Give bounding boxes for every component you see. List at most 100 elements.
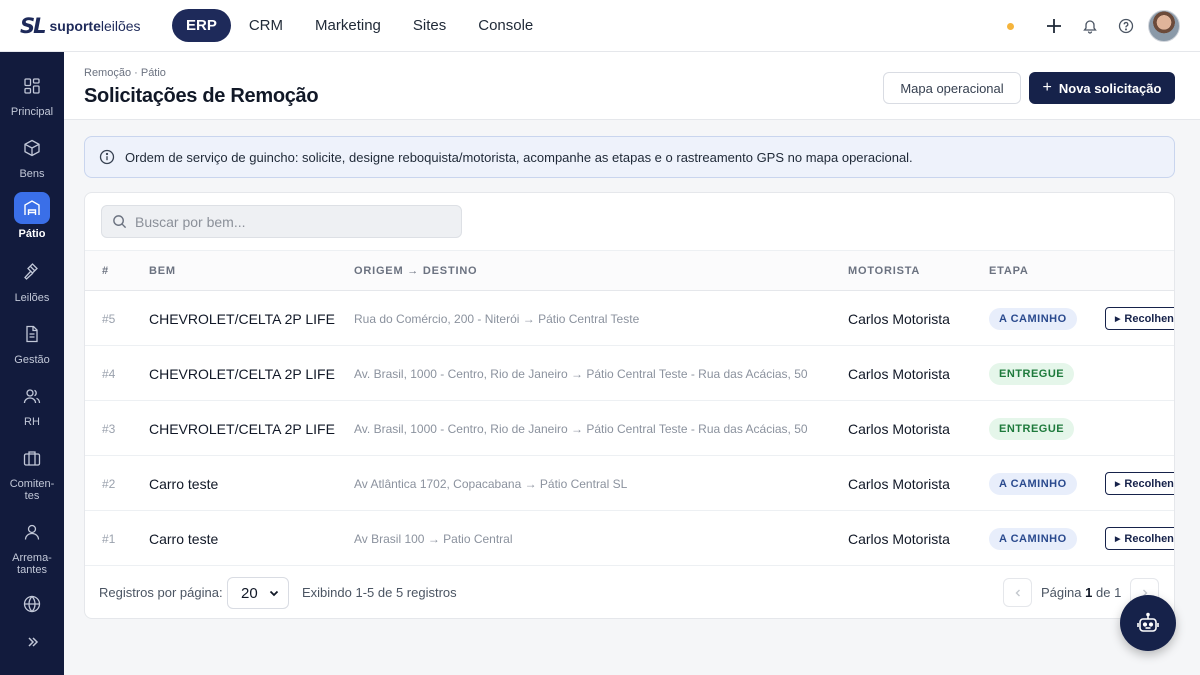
table-row[interactable]: #1 Carro teste Av Brasil 100 → Patio Cen… [85, 511, 1174, 566]
row-id: #3 [102, 421, 116, 436]
nova-solicitacao-button[interactable]: + Nova solicitação [1029, 72, 1175, 104]
topnav-marketing[interactable]: Marketing [301, 9, 395, 42]
page-title: Solicitações de Remoção [84, 85, 319, 107]
row-id: #5 [102, 311, 116, 326]
topnav-erp[interactable]: ERP [172, 9, 231, 42]
topnav-crm[interactable]: CRM [235, 9, 297, 42]
table-row[interactable]: #2 Carro teste Av Atlântica 1702, Copaca… [85, 456, 1174, 511]
logo-mark: SL [20, 13, 46, 38]
brand-logo[interactable]: SL suporteleilões [20, 14, 170, 38]
robot-icon [1137, 612, 1159, 632]
prev-page-button[interactable] [1003, 578, 1032, 607]
sidebar-item-gestao[interactable]: Gestão [0, 318, 64, 366]
chevron-left-icon [1015, 589, 1020, 596]
document-icon [14, 318, 50, 350]
chevron-down-icon [269, 590, 279, 597]
row-route: Av. Brasil, 1000 - Centro, Rio de Janeir… [354, 366, 808, 381]
recolhendo-button[interactable]: ▶Recolhendo [1105, 307, 1174, 330]
top-bar: SL suporteleilões ERP CRM Marketing Site… [0, 0, 1200, 52]
col-motorista: MOTORISTA [848, 265, 921, 277]
sidebar-item-leiloes[interactable]: Leilões [0, 256, 64, 304]
top-nav: ERP CRM Marketing Sites Console [172, 9, 547, 42]
recolhendo-button[interactable]: ▶Recolhendo [1105, 527, 1174, 550]
row-motorista: Carlos Motorista [848, 420, 950, 437]
sidebar-item-patio[interactable]: Pátio [0, 192, 64, 240]
topnav-console[interactable]: Console [464, 9, 547, 42]
row-route: Av. Brasil, 1000 - Centro, Rio de Janeir… [354, 421, 808, 436]
table-footer: Registros por página: 20 Exibindo 1-5 de… [85, 566, 1174, 618]
col-bem: BEM [149, 265, 176, 277]
play-icon: ▶ [1115, 315, 1121, 323]
search-input[interactable] [135, 213, 435, 230]
col-etapa: ETAPA [989, 265, 1029, 277]
row-motorista: Carlos Motorista [848, 310, 950, 327]
sidebar-item-sites[interactable] [0, 588, 64, 624]
row-motorista: Carlos Motorista [848, 365, 950, 382]
building-icon [14, 192, 50, 224]
sidebar-item-comitentes[interactable]: Comiten-tes [0, 442, 64, 502]
page-header: Remoção · Pátio Solicitações de Remoção … [64, 52, 1200, 120]
row-bem: Carro teste [149, 475, 219, 492]
col-id: # [102, 265, 109, 277]
row-route: Av Brasil 100 → Patio Central [354, 531, 513, 546]
table-row[interactable]: #3 CHEVROLET/CELTA 2P LIFE Av. Brasil, 1… [85, 401, 1174, 456]
help-icon[interactable] [1108, 10, 1144, 42]
row-bem: CHEVROLET/CELTA 2P LIFE [149, 310, 335, 327]
per-page-label: Registros por página: [99, 585, 223, 600]
sidebar-item-arrematantes[interactable]: Arrema-tantes [0, 516, 64, 576]
logo-text: suporteleilões [49, 17, 141, 34]
gavel-icon [14, 256, 50, 288]
topnav-sites[interactable]: Sites [399, 9, 460, 42]
briefcase-icon [14, 442, 50, 474]
sidebar-item-bens[interactable]: Bens [0, 132, 64, 180]
mapa-operacional-button[interactable]: Mapa operacional [883, 72, 1021, 104]
row-id: #4 [102, 366, 116, 381]
globe-icon [14, 588, 50, 620]
search-box [101, 205, 462, 238]
users-icon [14, 380, 50, 412]
top-right-actions [1007, 10, 1180, 42]
row-id: #1 [102, 531, 116, 546]
row-motorista: Carlos Motorista [848, 530, 950, 547]
row-bem: CHEVROLET/CELTA 2P LIFE [149, 420, 335, 437]
user-avatar[interactable] [1148, 10, 1180, 42]
play-icon: ▶ [1115, 535, 1121, 543]
status-badge: A CAMINHO [989, 527, 1077, 550]
table-header: # BEM ORIGEM → DESTINO MOTORISTA ETAPA [85, 250, 1174, 291]
status-badge: ENTREGUE [989, 417, 1075, 440]
user-icon [14, 516, 50, 548]
row-id: #2 [102, 476, 116, 491]
table-row[interactable]: #5 CHEVROLET/CELTA 2P LIFE Rua do Comérc… [85, 291, 1174, 346]
status-dot [1007, 22, 1014, 30]
expand-sidebar-icon[interactable] [20, 630, 44, 659]
status-badge: A CAMINHO [989, 472, 1077, 495]
per-page-select[interactable]: 20 [227, 577, 289, 609]
sidebar: Principal Bens Pátio Leilões Gestão RH C… [0, 52, 64, 675]
recolhendo-button[interactable]: ▶Recolhendo [1105, 472, 1174, 495]
row-bem: CHEVROLET/CELTA 2P LIFE [149, 365, 335, 382]
requests-card: # BEM ORIGEM → DESTINO MOTORISTA ETAPA #… [84, 192, 1175, 619]
box-icon [14, 132, 50, 164]
info-text: Ordem de serviço de guincho: solicite, d… [125, 149, 913, 165]
grid-icon [14, 70, 50, 102]
bell-icon[interactable] [1072, 10, 1108, 42]
plus-icon[interactable] [1036, 10, 1072, 42]
status-badge: ENTREGUE [989, 362, 1075, 385]
sidebar-item-principal[interactable]: Principal [0, 70, 64, 118]
assistant-bot-button[interactable] [1120, 595, 1176, 651]
sidebar-item-rh[interactable]: RH [0, 380, 64, 428]
status-badge: A CAMINHO [989, 307, 1077, 330]
col-origem-destino: ORIGEM → DESTINO [354, 265, 478, 277]
row-route: Av Atlântica 1702, Copacabana → Pátio Ce… [354, 476, 628, 491]
breadcrumb: Remoção · Pátio [84, 67, 166, 79]
row-route: Rua do Comércio, 200 - Niterói → Pátio C… [354, 311, 640, 326]
row-motorista: Carlos Motorista [848, 475, 950, 492]
search-icon [113, 215, 127, 229]
table-row[interactable]: #4 CHEVROLET/CELTA 2P LIFE Av. Brasil, 1… [85, 346, 1174, 401]
info-icon [99, 149, 115, 165]
info-banner: Ordem de serviço de guincho: solicite, d… [84, 136, 1175, 178]
play-icon: ▶ [1115, 480, 1121, 488]
plus-icon: + [1042, 79, 1052, 96]
page-indicator: Página 1 de 1 [1041, 585, 1122, 600]
row-bem: Carro teste [149, 530, 219, 547]
